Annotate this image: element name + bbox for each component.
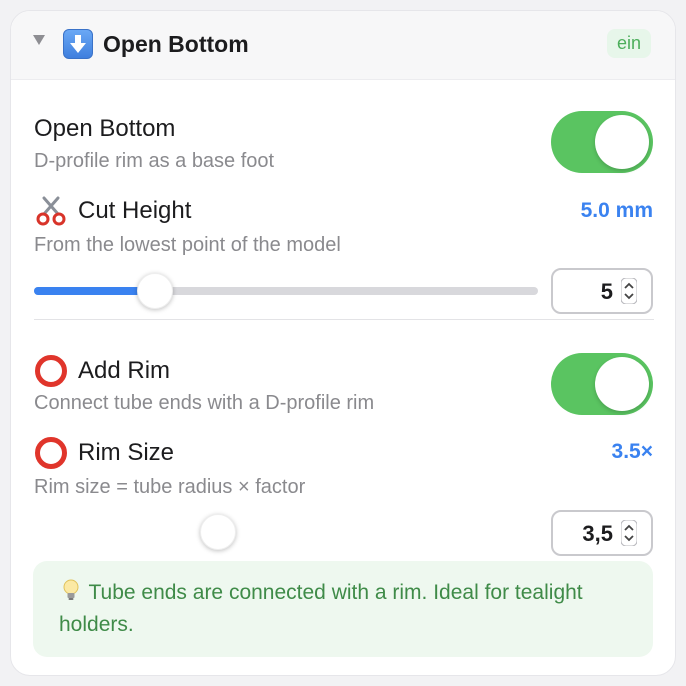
open-bottom-description: D-profile rim as a base foot <box>34 150 275 172</box>
cut-height-input[interactable]: 5 <box>601 279 613 305</box>
stepper-arrows-icon[interactable] <box>621 520 637 546</box>
toggle-knob <box>595 357 649 411</box>
add-rim-toggle[interactable] <box>551 353 653 415</box>
rim-size-label: Rim Size <box>78 439 175 466</box>
red-circle-icon <box>35 355 67 387</box>
rim-size-input[interactable]: 3,5 <box>582 521 613 547</box>
section-divider <box>34 319 654 320</box>
panel-title: Open Bottom <box>103 31 249 57</box>
rim-size-description: Rim size = tube radius × factor <box>34 476 306 498</box>
toggle-knob <box>595 115 649 169</box>
cut-height-description: From the lowest point of the model <box>34 234 341 256</box>
cut-height-label: Cut Height <box>78 197 192 224</box>
panel-header[interactable]: Open Bottom ein <box>11 11 675 80</box>
rim-size-slider-thumb[interactable] <box>200 514 236 550</box>
add-rim-label: Add Rim <box>78 357 171 384</box>
cut-height-slider-track[interactable] <box>34 287 538 295</box>
tip-text: Tube ends are connected with a rim. Idea… <box>59 581 583 636</box>
red-circle-icon <box>35 437 67 469</box>
rim-size-value: 3.5× <box>611 440 653 463</box>
add-rim-description: Connect tube ends with a D-profile rim <box>34 392 375 414</box>
down-arrow-emoji-icon <box>63 29 93 59</box>
stepper-arrows-icon[interactable] <box>621 278 637 304</box>
cut-height-value: 5.0 mm <box>580 199 653 222</box>
open-bottom-label: Open Bottom <box>34 115 176 142</box>
cut-height-slider-thumb[interactable] <box>137 273 173 309</box>
open-bottom-panel: Open Bottom ein Open Bottom D-profile ri… <box>10 10 676 676</box>
tip-box: Tube ends are connected with a rim. Idea… <box>33 561 653 657</box>
chevron-down-icon[interactable] <box>33 35 45 45</box>
open-bottom-toggle[interactable] <box>551 111 653 173</box>
cut-height-stepper[interactable]: 5 <box>551 268 653 314</box>
status-badge: ein <box>606 29 651 58</box>
rim-size-stepper[interactable]: 3,5 <box>551 510 653 556</box>
scissors-icon <box>35 194 67 226</box>
light-bulb-icon <box>63 579 79 600</box>
